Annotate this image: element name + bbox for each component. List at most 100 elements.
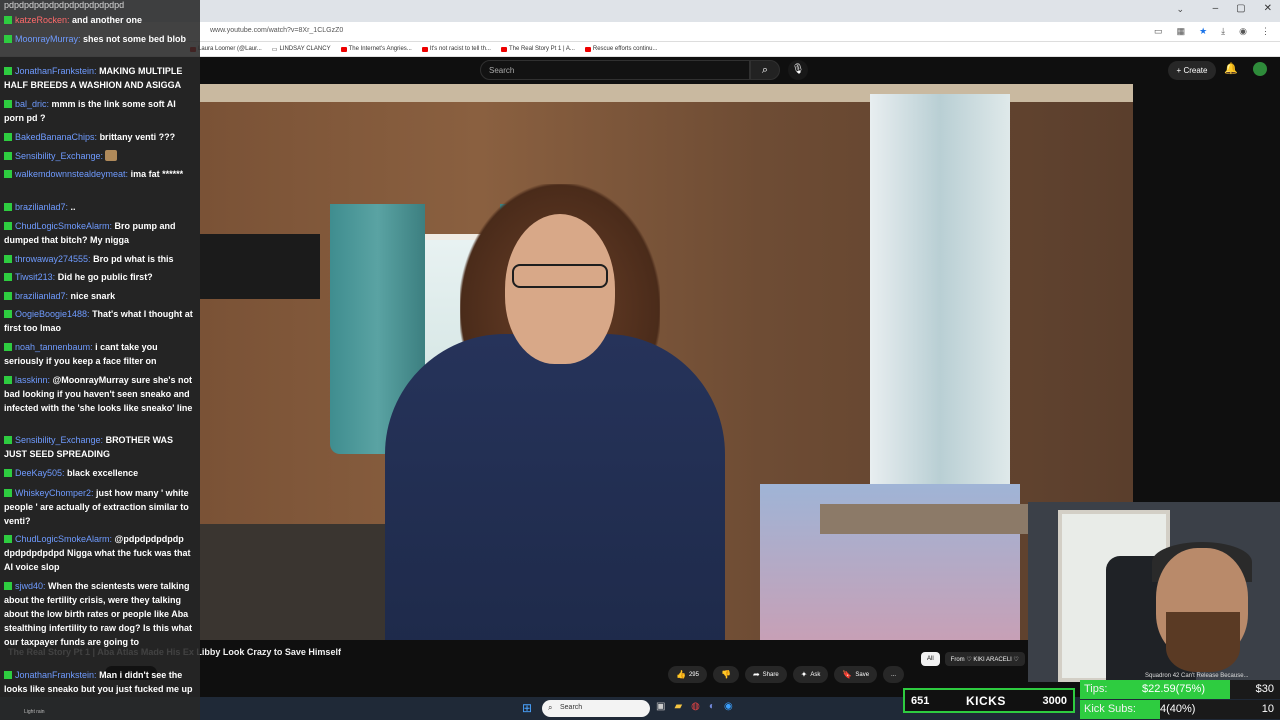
- search-button[interactable]: ⌕: [750, 60, 780, 80]
- chat-username[interactable]: JonathanFrankstein:: [15, 670, 97, 680]
- bookmark-item[interactable]: The Internet's Angries...: [340, 46, 412, 52]
- subs-target: 10: [1261, 703, 1274, 715]
- chat-username[interactable]: JonathanFrankstein:: [15, 66, 97, 76]
- kicks-title: KICKS: [966, 693, 1006, 708]
- microphone-icon: 🎙: [791, 64, 805, 75]
- ask-button[interactable]: ✦ Ask: [792, 666, 829, 683]
- chat-message: OogieBoogie1488: That's what I thought a…: [4, 307, 198, 335]
- chat-username[interactable]: katzeRocken:: [15, 15, 70, 25]
- video-player[interactable]: [200, 84, 1133, 640]
- voice-search-button[interactable]: 🎙: [788, 60, 808, 80]
- bookmark-item[interactable]: ▭ LINDSAY CLANCY: [272, 46, 331, 53]
- profile-icon[interactable]: ◉: [1239, 26, 1247, 37]
- windows-start-icon[interactable]: ⊞: [522, 701, 532, 715]
- account-avatar[interactable]: [1253, 62, 1267, 76]
- recommendation-chips: All From ♡ KIKI ARACELI ♡: [921, 652, 1025, 666]
- share-button[interactable]: ➦ Share: [744, 666, 787, 683]
- chat-badge-icon: [4, 489, 12, 497]
- search-placeholder: Search: [489, 66, 515, 75]
- taskbar-search[interactable]: ⌕ Search: [542, 700, 650, 717]
- app-icon[interactable]: ◉: [724, 701, 733, 712]
- chat-username[interactable]: throwaway274555:: [15, 254, 91, 264]
- url-text[interactable]: www.youtube.com/watch?v=8Xr_1CLGzZ0: [210, 27, 343, 34]
- chat-username[interactable]: OogieBoogie1488:: [15, 309, 90, 319]
- notifications-bell-icon[interactable]: 🔔: [1224, 62, 1238, 75]
- tab-list-chevron-icon[interactable]: ⌄: [1176, 4, 1184, 15]
- menu-icon[interactable]: ⋮: [1261, 26, 1270, 37]
- chat-message: Sensibility_Exchange: BROTHER WAS JUST S…: [4, 433, 198, 461]
- thumbs-down-icon: 👎: [720, 670, 731, 679]
- task-view-icon[interactable]: ▣: [656, 701, 665, 712]
- chat-badge-icon: [4, 16, 12, 24]
- chrome-icon[interactable]: ◍: [691, 701, 700, 712]
- bookmark-item[interactable]: It's not racist to tell th...: [421, 46, 491, 52]
- chat-username[interactable]: lasskinn:: [15, 375, 50, 385]
- chat-username[interactable]: ChudLogicSmokeAlarm:: [15, 221, 112, 231]
- chat-badge-icon: [4, 535, 12, 543]
- video-frame-tv: [200, 234, 320, 299]
- chat-username[interactable]: brazilianlad7:: [15, 202, 68, 212]
- news-ticker: Squadron 42 Can't Release Because...: [1145, 673, 1249, 679]
- chat-badge-icon: [4, 376, 12, 384]
- cast-icon[interactable]: ▭: [1154, 26, 1163, 37]
- chat-username[interactable]: WhiskeyChomper2:: [15, 488, 94, 498]
- dislike-button[interactable]: 👎: [712, 666, 739, 683]
- tips-goal-bar: Tips: $22.59(75%) $30: [1080, 680, 1280, 699]
- more-actions-button[interactable]: ...: [883, 666, 905, 683]
- chat-username[interactable]: sjwd40:: [15, 581, 46, 591]
- subs-goal-bar: Kick Subs: 4(40%) 10: [1080, 700, 1280, 719]
- subs-value: 4(40%): [1160, 703, 1196, 715]
- chat-badge-icon: [4, 469, 12, 477]
- close-icon[interactable]: ✕: [1264, 3, 1272, 14]
- webcam-overlay: [1028, 502, 1280, 682]
- chat-username[interactable]: bal_dric:: [15, 99, 49, 109]
- chip-from-channel[interactable]: From ♡ KIKI ARACELI ♡: [944, 652, 1025, 666]
- chat-overlay: pdpdpdpdpdpdpdpdpdpdpdpd Light rain katz…: [0, 0, 200, 720]
- chat-username[interactable]: walkemdownnstealdeymeat:: [15, 169, 128, 179]
- chat-message: throwaway274555: Bro pd what is this: [4, 252, 198, 266]
- chat-message: brazilianlad7: nice snark: [4, 289, 198, 303]
- chat-username[interactable]: BakedBananaChips:: [15, 132, 97, 142]
- video-actions: 👍 295 👎 ➦ Share ✦ Ask 🔖 Save ...: [668, 666, 905, 683]
- chat-badge-icon: [4, 203, 12, 211]
- chat-message: sjwd40: When the scientests were talking…: [4, 579, 198, 649]
- download-icon[interactable]: ⤓: [1221, 26, 1225, 37]
- chat-badge-icon: [4, 255, 12, 263]
- maximize-icon[interactable]: ▢: [1236, 3, 1245, 14]
- create-button[interactable]: + Create: [1168, 61, 1216, 80]
- bookmark-favicon-icon: [421, 46, 428, 52]
- chat-username[interactable]: Tiwsit213:: [15, 272, 55, 282]
- discord-icon[interactable]: ◐: [709, 701, 715, 712]
- chat-badge-icon: [4, 436, 12, 444]
- file-explorer-icon[interactable]: ▰: [674, 701, 682, 712]
- chip-all[interactable]: All: [921, 652, 940, 666]
- video-frame-curtain: [870, 94, 1010, 514]
- chat-username[interactable]: brazilianlad7:: [15, 291, 68, 301]
- bookmark-favicon-icon: [500, 46, 507, 52]
- kicks-count: 651: [911, 694, 930, 707]
- kicks-goal: 3000: [1042, 694, 1067, 707]
- folder-icon: ▭: [271, 46, 278, 53]
- extensions-icon[interactable]: ▦: [1177, 26, 1186, 37]
- bookmark-item[interactable]: Rescue efforts continu...: [584, 46, 657, 52]
- chat-username[interactable]: Sensibility_Exchange:: [15, 435, 103, 445]
- window-controls: – ▢ ✕: [1213, 3, 1272, 14]
- bookmark-item[interactable]: The Real Story Pt 1 | A...: [500, 46, 575, 52]
- minimize-icon[interactable]: –: [1213, 3, 1219, 14]
- video-frame-person-body: [385, 334, 725, 640]
- search-input[interactable]: Search: [480, 60, 750, 80]
- like-button[interactable]: 👍 295: [668, 666, 707, 683]
- chat-message: lasskinn: @MoonrayMurray sure she's not …: [4, 373, 198, 415]
- chat-message: JonathanFrankstein: MAKING MULTIPLE HALF…: [4, 64, 198, 92]
- chat-username[interactable]: DeeKay505:: [15, 468, 65, 478]
- chat-username[interactable]: MoonrayMurray:: [15, 34, 81, 44]
- screen: ⌄ – ▢ ✕ www.youtube.com/watch?v=8Xr_1CLG…: [0, 0, 1280, 720]
- bookmark-star-icon[interactable]: ★: [1199, 26, 1207, 37]
- chat-message: WhiskeyChomper2: just how many ' white p…: [4, 486, 198, 528]
- save-button[interactable]: 🔖 Save: [834, 666, 878, 683]
- bookmark-item[interactable]: Laura Loomer (@Laur...: [190, 46, 262, 52]
- chat-username[interactable]: ChudLogicSmokeAlarm:: [15, 534, 112, 544]
- chat-username[interactable]: noah_tannenbaum:: [15, 342, 93, 352]
- chat-message: ChudLogicSmokeAlarm: @pdpdpdpdpdp dpdpdp…: [4, 532, 198, 574]
- chat-username[interactable]: Sensibility_Exchange:: [15, 151, 103, 161]
